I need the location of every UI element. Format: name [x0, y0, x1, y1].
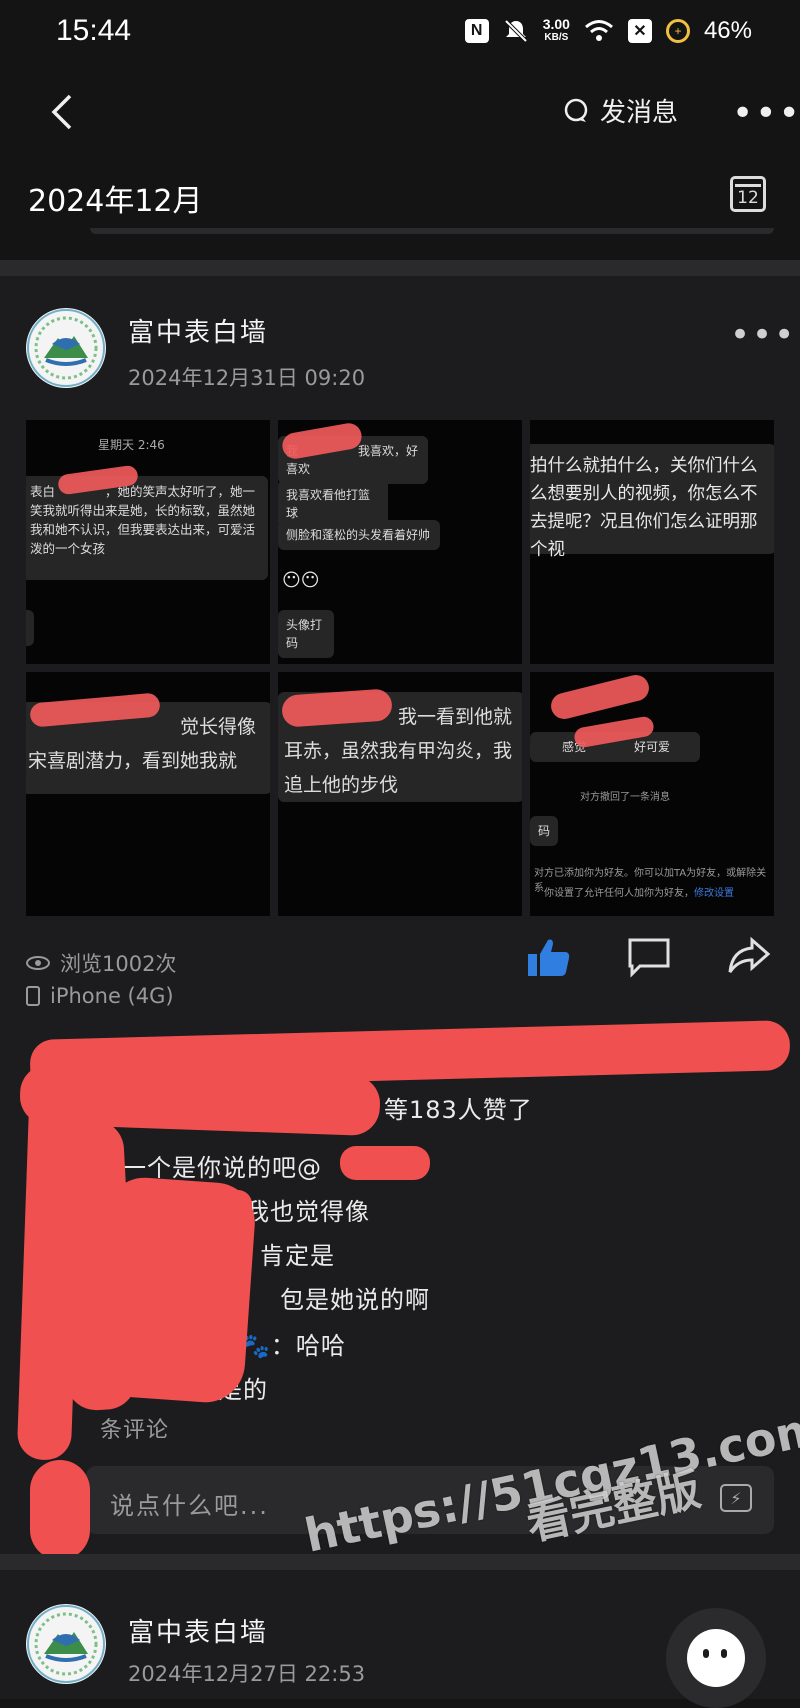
censor-mask: [30, 1460, 90, 1560]
image-bubble: [26, 610, 34, 646]
status-icons: N 3.00 KB/S ✕ + 46%: [464, 17, 752, 45]
school-logo-icon: [27, 1605, 105, 1683]
post-more-icon[interactable]: •••: [730, 318, 796, 352]
device-label: iPhone (4G): [50, 984, 174, 1008]
smiley-icon: [687, 1629, 745, 1687]
floating-assistant-button[interactable]: [666, 1608, 766, 1708]
image-text: 头像打码: [278, 610, 334, 658]
comment-item[interactable]: 肯定是: [260, 1236, 335, 1271]
author-avatar[interactable]: [26, 1604, 106, 1684]
net-speed-unit: KB/S: [544, 32, 569, 43]
author-avatar[interactable]: [26, 308, 106, 388]
image-emoji: 😶😶: [282, 570, 320, 591]
wifi-icon: [584, 20, 613, 41]
battery-icon: +: [665, 19, 690, 43]
image-text: 星期天 2:46: [98, 438, 165, 452]
eye-icon: [26, 956, 50, 970]
send-message-label: 发消息: [600, 98, 679, 128]
sim-x-icon: ✕: [627, 19, 652, 43]
comment-item[interactable]: 🐾：哈哈: [240, 1326, 346, 1361]
post-author[interactable]: 富中表白墙: [128, 1612, 268, 1649]
mute-icon: [504, 19, 528, 43]
like-icon[interactable]: [526, 934, 572, 980]
image-thumbnail[interactable]: 感觉 好可爱 对方撤回了一条消息 码 对方已添加你为好友。你可以加TA为好友，或…: [530, 672, 774, 916]
month-row: 2024年12月 12: [0, 162, 800, 232]
image-text-part: 你设置了允许任何人加你为好友，: [544, 888, 694, 899]
image-thumbnail[interactable]: 觉长得像宋喜剧潜力，看到她我就: [26, 672, 270, 916]
views-count: 浏览1002次: [60, 952, 177, 976]
top-bar: 发消息 •••: [0, 62, 800, 162]
phone-icon: [26, 986, 40, 1006]
censor-mask: [340, 1146, 430, 1180]
calendar-day: 12: [737, 188, 759, 208]
censor-mask: [176, 1190, 252, 1220]
section-divider: [0, 1554, 800, 1570]
image-thumbnail[interactable]: 我一看到他就耳赤，虽然我有甲沟炎，我追上他的步伐: [278, 672, 522, 916]
image-thumbnail[interactable]: 我 我喜欢，好喜欢 我喜欢看他打篮球 侧脸和蓬松的头发看着好帅 😶😶 头像打码: [278, 420, 522, 664]
comment-text: ：哈哈: [270, 1332, 346, 1360]
all-comments-link[interactable]: 条评论: [100, 1412, 169, 1444]
calendar-icon[interactable]: 12: [730, 176, 766, 212]
emoji-input-icon[interactable]: ⚡: [720, 1484, 752, 1512]
post-author[interactable]: 富中表白墙: [128, 312, 268, 349]
nfc-icon: N: [464, 19, 489, 43]
image-text: 你设置了允许任何人加你为好友，修改设置: [544, 884, 734, 899]
chat-bubble-icon: [564, 98, 588, 122]
previous-card-edge: [90, 228, 774, 234]
comment-item[interactable]: 包是她说的啊: [280, 1280, 430, 1315]
image-thumbnail[interactable]: 拍什么就拍什么，关你们什么么想要别人的视频，你怎么不去提呢？况且你们怎么证明那个…: [530, 420, 774, 664]
comment-input-placeholder: 说点什么吧...: [110, 1492, 269, 1520]
image-text: 对方撤回了一条消息: [580, 792, 670, 803]
status-time: 15:44: [56, 14, 132, 47]
share-icon[interactable]: [726, 934, 772, 980]
image-text: 侧脸和蓬松的头发看着好帅: [278, 520, 440, 550]
image-text: 码: [530, 816, 558, 846]
post-time: 2024年12月31日 09:20: [128, 366, 366, 390]
back-arrow-icon[interactable]: [48, 92, 78, 132]
net-speed: 3.00 KB/S: [543, 17, 570, 45]
post-time: 2024年12月27日 22:53: [128, 1662, 366, 1686]
image-grid: 星期天 2:46 表白 ，她的笑声太好听了，她一笑我就听得出来是她，长的标致，虽…: [26, 420, 774, 916]
net-speed-value: 3.00: [542, 16, 570, 32]
views-row: 浏览1002次: [26, 948, 176, 978]
device-row: iPhone (4G): [26, 984, 174, 1008]
image-thumbnail[interactable]: 星期天 2:46 表白 ，她的笑声太好听了，她一笑我就听得出来是她，长的标致，虽…: [26, 420, 270, 664]
month-title: 2024年12月: [28, 184, 203, 219]
battery-level: 46%: [703, 17, 752, 44]
image-text: 拍什么就拍什么，关你们什么么想要别人的视频，你怎么不去提呢？况且你们怎么证明那个…: [530, 444, 774, 560]
section-divider: [0, 260, 800, 276]
likes-summary[interactable]: 等183人赞了: [384, 1090, 533, 1125]
status-bar: 15:44 N 3.00 KB/S ✕ + 46%: [0, 0, 800, 62]
image-text-link: 修改设置: [694, 888, 734, 899]
school-logo-icon: [27, 309, 105, 387]
more-options-icon[interactable]: •••: [732, 96, 800, 132]
censor-mark: [548, 672, 652, 722]
send-message-button[interactable]: 发消息: [562, 92, 678, 129]
comment-icon[interactable]: [626, 934, 672, 980]
